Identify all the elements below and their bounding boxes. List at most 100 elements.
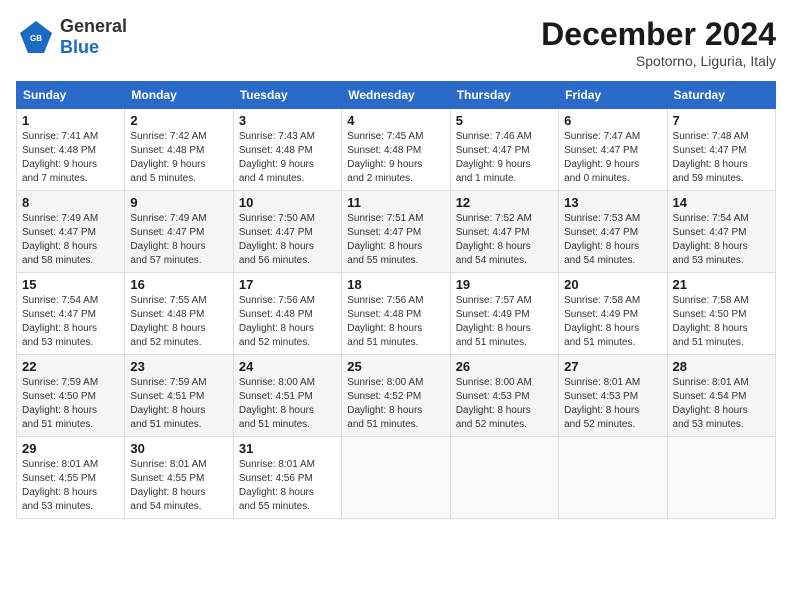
calendar-cell: 11 Sunrise: 7:51 AM Sunset: 4:47 PM Dayli… bbox=[342, 191, 450, 273]
calendar-cell: 26Sunrise: 8:00 AM Sunset: 4:53 PM Dayli… bbox=[450, 355, 558, 437]
day-number: 31 bbox=[239, 441, 336, 456]
day-number: 19 bbox=[456, 277, 553, 292]
calendar-cell: 3 Sunrise: 7:43 AM Sunset: 4:48 PM Daylig… bbox=[233, 109, 341, 191]
day-info: Sunrise: 7:57 AM Sunset: 4:49 PM Dayligh… bbox=[456, 294, 553, 350]
calendar-cell: 31 Sunrise: 8:01 AM Sunset: 4:56 PM Dayli… bbox=[233, 437, 341, 519]
day-number: 17 bbox=[239, 277, 336, 292]
day-info: Sunrise: 7:46 AM Sunset: 4:47 PM Dayligh… bbox=[456, 130, 553, 186]
day-info: Sunrise: 7:49 AM Sunset: 4:47 PM Dayligh… bbox=[22, 212, 119, 268]
day-info: Sunrise: 7:54 AM Sunset: 4:47 PM Dayligh… bbox=[673, 212, 770, 268]
day-info: Sunrise: 7:41 AM Sunset: 4:48 PM Dayligh… bbox=[22, 130, 119, 186]
day-info: Sunrise: 7:50 AM Sunset: 4:47 PM Dayligh… bbox=[239, 212, 336, 268]
day-info: Sunrise: 7:53 AM Sunset: 4:47 PM Dayligh… bbox=[564, 212, 661, 268]
day-number: 24 bbox=[239, 359, 336, 374]
calendar-cell: 27 Sunrise: 8:01 AM Sunset: 4:53 PM Dayli… bbox=[559, 355, 667, 437]
logo-general: General bbox=[60, 16, 127, 36]
day-number: 7 bbox=[673, 113, 770, 128]
day-number: 30 bbox=[130, 441, 227, 456]
calendar-week-row: 1 Sunrise: 7:41 AM Sunset: 4:48 PM Daylig… bbox=[17, 109, 776, 191]
day-number: 11 bbox=[347, 195, 444, 210]
day-info: Sunrise: 7:56 AM Sunset: 4:48 PM Dayligh… bbox=[239, 294, 336, 350]
day-number: 26 bbox=[456, 359, 553, 374]
column-header-wednesday: Wednesday bbox=[342, 82, 450, 109]
calendar-cell: 18Sunrise: 7:56 AM Sunset: 4:48 PM Dayli… bbox=[342, 273, 450, 355]
column-header-saturday: Saturday bbox=[667, 82, 775, 109]
calendar-cell: 30 Sunrise: 8:01 AM Sunset: 4:55 PM Dayli… bbox=[125, 437, 233, 519]
day-info: Sunrise: 7:48 AM Sunset: 4:47 PM Dayligh… bbox=[673, 130, 770, 186]
calendar-cell: 21Sunrise: 7:58 AM Sunset: 4:50 PM Dayli… bbox=[667, 273, 775, 355]
day-info: Sunrise: 8:00 AM Sunset: 4:51 PM Dayligh… bbox=[239, 376, 336, 432]
day-number: 9 bbox=[130, 195, 227, 210]
calendar-cell: 25Sunrise: 8:00 AM Sunset: 4:52 PM Dayli… bbox=[342, 355, 450, 437]
day-info: Sunrise: 7:45 AM Sunset: 4:48 PM Dayligh… bbox=[347, 130, 444, 186]
calendar-cell: 12Sunrise: 7:52 AM Sunset: 4:47 PM Dayli… bbox=[450, 191, 558, 273]
calendar-header-row: SundayMondayTuesdayWednesdayThursdayFrid… bbox=[17, 82, 776, 109]
logo-icon: GB bbox=[16, 17, 56, 57]
calendar-cell: 23 Sunrise: 7:59 AM Sunset: 4:51 PM Dayli… bbox=[125, 355, 233, 437]
day-info: Sunrise: 7:49 AM Sunset: 4:47 PM Dayligh… bbox=[130, 212, 227, 268]
day-info: Sunrise: 7:59 AM Sunset: 4:50 PM Dayligh… bbox=[22, 376, 119, 432]
day-number: 4 bbox=[347, 113, 444, 128]
day-number: 6 bbox=[564, 113, 661, 128]
calendar-cell: 14Sunrise: 7:54 AM Sunset: 4:47 PM Dayli… bbox=[667, 191, 775, 273]
calendar-cell: 13 Sunrise: 7:53 AM Sunset: 4:47 PM Dayli… bbox=[559, 191, 667, 273]
day-info: Sunrise: 7:54 AM Sunset: 4:47 PM Dayligh… bbox=[22, 294, 119, 350]
title-block: December 2024 Spotorno, Liguria, Italy bbox=[541, 16, 776, 69]
month-title: December 2024 bbox=[541, 16, 776, 53]
day-number: 15 bbox=[22, 277, 119, 292]
calendar-cell bbox=[450, 437, 558, 519]
column-header-thursday: Thursday bbox=[450, 82, 558, 109]
calendar-table: SundayMondayTuesdayWednesdayThursdayFrid… bbox=[16, 81, 776, 519]
calendar-cell bbox=[667, 437, 775, 519]
day-info: Sunrise: 7:52 AM Sunset: 4:47 PM Dayligh… bbox=[456, 212, 553, 268]
day-number: 18 bbox=[347, 277, 444, 292]
column-header-tuesday: Tuesday bbox=[233, 82, 341, 109]
calendar-cell: 17 Sunrise: 7:56 AM Sunset: 4:48 PM Dayli… bbox=[233, 273, 341, 355]
calendar-cell: 4 Sunrise: 7:45 AM Sunset: 4:48 PM Daylig… bbox=[342, 109, 450, 191]
day-number: 3 bbox=[239, 113, 336, 128]
calendar-cell bbox=[559, 437, 667, 519]
day-number: 10 bbox=[239, 195, 336, 210]
location-subtitle: Spotorno, Liguria, Italy bbox=[541, 53, 776, 69]
day-number: 16 bbox=[130, 277, 227, 292]
calendar-cell: 16Sunrise: 7:55 AM Sunset: 4:48 PM Dayli… bbox=[125, 273, 233, 355]
calendar-cell: 7 Sunrise: 7:48 AM Sunset: 4:47 PM Daylig… bbox=[667, 109, 775, 191]
calendar-cell: 6 Sunrise: 7:47 AM Sunset: 4:47 PM Daylig… bbox=[559, 109, 667, 191]
day-info: Sunrise: 8:01 AM Sunset: 4:54 PM Dayligh… bbox=[673, 376, 770, 432]
day-number: 27 bbox=[564, 359, 661, 374]
day-info: Sunrise: 8:01 AM Sunset: 4:56 PM Dayligh… bbox=[239, 458, 336, 514]
calendar-week-row: 15 Sunrise: 7:54 AM Sunset: 4:47 PM Dayli… bbox=[17, 273, 776, 355]
day-number: 20 bbox=[564, 277, 661, 292]
day-info: Sunrise: 7:43 AM Sunset: 4:48 PM Dayligh… bbox=[239, 130, 336, 186]
calendar-week-row: 8Sunrise: 7:49 AM Sunset: 4:47 PM Daylig… bbox=[17, 191, 776, 273]
calendar-cell bbox=[342, 437, 450, 519]
calendar-cell: 10 Sunrise: 7:50 AM Sunset: 4:47 PM Dayli… bbox=[233, 191, 341, 273]
day-info: Sunrise: 8:01 AM Sunset: 4:53 PM Dayligh… bbox=[564, 376, 661, 432]
day-number: 5 bbox=[456, 113, 553, 128]
day-info: Sunrise: 7:42 AM Sunset: 4:48 PM Dayligh… bbox=[130, 130, 227, 186]
day-info: Sunrise: 7:58 AM Sunset: 4:49 PM Dayligh… bbox=[564, 294, 661, 350]
calendar-week-row: 22 Sunrise: 7:59 AM Sunset: 4:50 PM Dayli… bbox=[17, 355, 776, 437]
day-number: 22 bbox=[22, 359, 119, 374]
column-header-monday: Monday bbox=[125, 82, 233, 109]
day-info: Sunrise: 8:01 AM Sunset: 4:55 PM Dayligh… bbox=[130, 458, 227, 514]
calendar-week-row: 29Sunrise: 8:01 AM Sunset: 4:55 PM Dayli… bbox=[17, 437, 776, 519]
calendar-cell: 19 Sunrise: 7:57 AM Sunset: 4:49 PM Dayli… bbox=[450, 273, 558, 355]
calendar-cell: 5 Sunrise: 7:46 AM Sunset: 4:47 PM Daylig… bbox=[450, 109, 558, 191]
logo-text: General Blue bbox=[60, 16, 127, 58]
day-number: 1 bbox=[22, 113, 119, 128]
day-info: Sunrise: 7:51 AM Sunset: 4:47 PM Dayligh… bbox=[347, 212, 444, 268]
calendar-cell: 1 Sunrise: 7:41 AM Sunset: 4:48 PM Daylig… bbox=[17, 109, 125, 191]
logo: GB General Blue bbox=[16, 16, 127, 58]
day-number: 21 bbox=[673, 277, 770, 292]
calendar-cell: 22 Sunrise: 7:59 AM Sunset: 4:50 PM Dayli… bbox=[17, 355, 125, 437]
day-number: 28 bbox=[673, 359, 770, 374]
page-header: GB General Blue December 2024 Spotorno, … bbox=[16, 16, 776, 69]
day-number: 13 bbox=[564, 195, 661, 210]
day-info: Sunrise: 8:01 AM Sunset: 4:55 PM Dayligh… bbox=[22, 458, 119, 514]
day-info: Sunrise: 7:59 AM Sunset: 4:51 PM Dayligh… bbox=[130, 376, 227, 432]
column-header-sunday: Sunday bbox=[17, 82, 125, 109]
day-info: Sunrise: 7:47 AM Sunset: 4:47 PM Dayligh… bbox=[564, 130, 661, 186]
calendar-cell: 28 Sunrise: 8:01 AM Sunset: 4:54 PM Dayli… bbox=[667, 355, 775, 437]
day-number: 23 bbox=[130, 359, 227, 374]
